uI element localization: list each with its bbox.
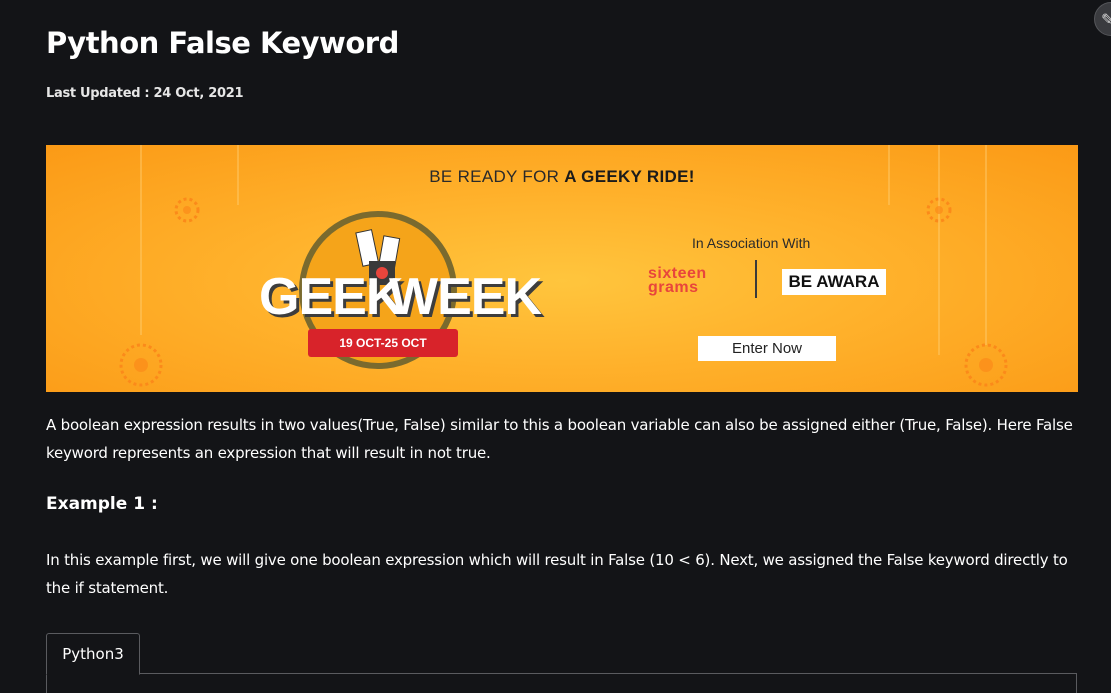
partner1-line2: grams	[648, 279, 699, 296]
edit-button[interactable]: ✎	[1094, 2, 1111, 36]
code-block	[46, 673, 1077, 693]
last-updated: Last Updated : 24 Oct, 2021	[46, 86, 244, 101]
tab-python3[interactable]: Python3	[46, 633, 140, 675]
be-awara-logo: BE AWARA	[782, 269, 886, 295]
example-heading: Example 1 :	[46, 494, 158, 514]
geek-week-banner[interactable]: BE READY FOR A GEEKY RIDE! GEEK WEEK 19 …	[46, 145, 1078, 392]
dates-ribbon: 19 OCT-25 OCT	[308, 329, 458, 357]
headline-prefix: BE READY FOR	[429, 167, 565, 186]
headline-bold: A GEEKY RIDE!	[564, 167, 695, 186]
example-paragraph: In this example first, we will give one …	[46, 551, 1068, 597]
association-label: In Association With	[692, 235, 811, 251]
banner-headline: BE READY FOR A GEEKY RIDE!	[46, 167, 1078, 187]
brand-geek: GEEK	[259, 268, 403, 326]
enter-now-button[interactable]: Enter Now	[698, 336, 836, 361]
intro-paragraph: A boolean expression results in two valu…	[46, 416, 1073, 462]
sixteen-grams-logo: sixteen grams	[648, 266, 707, 296]
pencil-icon: ✎	[1101, 9, 1111, 29]
partner-divider	[755, 260, 757, 298]
page-title: Python False Keyword	[46, 26, 399, 60]
brand-week: WEEK	[389, 268, 542, 326]
